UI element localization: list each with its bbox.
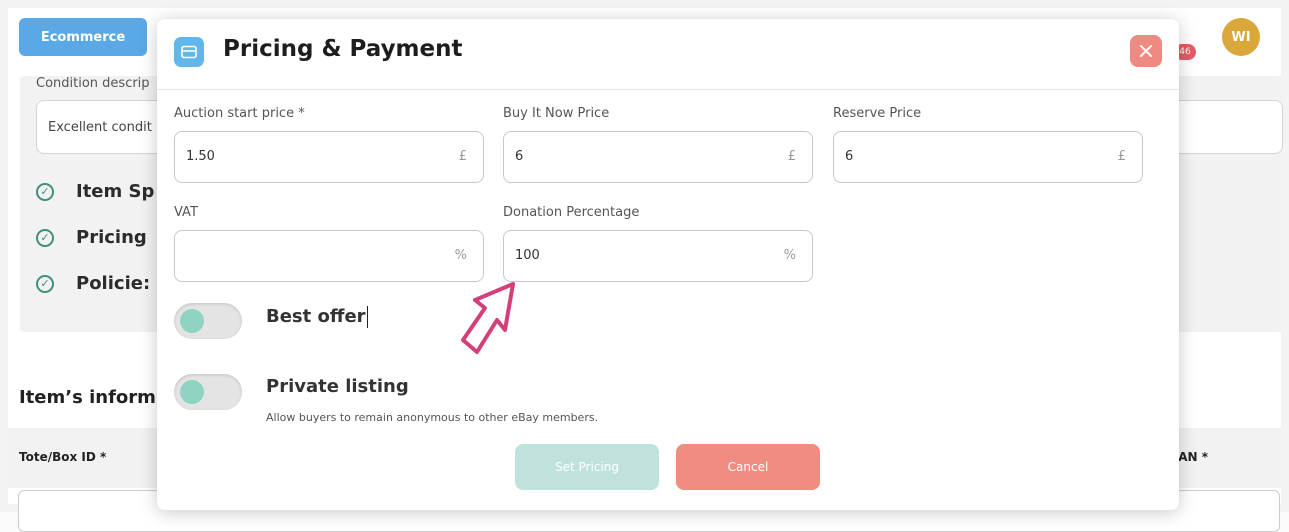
best-offer-label: Best offer xyxy=(266,306,368,328)
modal-title: Pricing & Payment xyxy=(223,36,463,62)
toggle-knob xyxy=(180,380,204,404)
private-listing-description: Allow buyers to remain anonymous to othe… xyxy=(266,411,599,424)
percent-unit: % xyxy=(454,248,467,263)
buy-it-now-input[interactable]: 6 £ xyxy=(503,131,813,183)
percent-unit: % xyxy=(783,248,796,263)
ecommerce-button[interactable]: Ecommerce xyxy=(19,18,147,56)
checklist-label: Pricing xyxy=(76,227,147,248)
check-circle-icon: ✓ xyxy=(36,274,54,293)
close-icon xyxy=(1140,45,1152,57)
auction-start-value: 1.50 xyxy=(186,149,215,164)
checklist-label: Item Sp xyxy=(76,181,155,202)
cancel-button[interactable]: Cancel xyxy=(676,444,820,490)
currency-unit: £ xyxy=(1117,149,1126,164)
auction-start-input[interactable]: 1.50 £ xyxy=(174,131,484,183)
checklist-label: Policie: xyxy=(76,273,151,294)
card-icon xyxy=(174,37,204,67)
currency-unit: £ xyxy=(787,149,796,164)
private-listing-toggle[interactable] xyxy=(174,374,242,410)
check-circle-icon: ✓ xyxy=(36,228,54,247)
set-pricing-button[interactable]: Set Pricing xyxy=(515,444,659,490)
avatar[interactable]: WI xyxy=(1222,18,1260,56)
vat-label: VAT xyxy=(174,205,198,220)
check-circle-icon: ✓ xyxy=(36,182,54,201)
section-title: Item’s inform xyxy=(19,387,156,408)
checklist-item: ✓ Policie: xyxy=(36,273,150,294)
buy-it-now-label: Buy It Now Price xyxy=(503,106,610,121)
checklist-item: ✓ Item Sp xyxy=(36,181,154,202)
hand-pointer-icon xyxy=(461,282,515,354)
modal-header: Pricing & Payment xyxy=(157,19,1179,90)
checklist-item: ✓ Pricing xyxy=(36,227,147,248)
text-caret xyxy=(366,306,368,328)
vat-input[interactable]: % xyxy=(174,230,484,282)
buy-it-now-value: 6 xyxy=(515,149,524,164)
donation-value: 100 xyxy=(515,248,540,263)
pricing-payment-modal: Pricing & Payment Auction start price * … xyxy=(157,19,1179,510)
toggle-knob xyxy=(180,309,204,333)
reserve-price-input[interactable]: 6 £ xyxy=(833,131,1143,183)
auction-start-label: Auction start price * xyxy=(174,106,305,121)
reserve-price-value: 6 xyxy=(845,149,854,164)
condition-label: Condition descrip xyxy=(36,76,150,91)
donation-input[interactable]: 100 % xyxy=(503,230,813,282)
currency-unit: £ xyxy=(458,149,467,164)
private-listing-label: Private listing xyxy=(266,376,409,397)
close-button[interactable] xyxy=(1130,35,1162,67)
reserve-price-label: Reserve Price xyxy=(833,106,922,121)
donation-label: Donation Percentage xyxy=(503,205,640,220)
best-offer-toggle[interactable] xyxy=(174,303,242,339)
condition-value: Excellent condit xyxy=(48,120,152,135)
column-tote: Tote/Box ID * xyxy=(19,450,107,464)
